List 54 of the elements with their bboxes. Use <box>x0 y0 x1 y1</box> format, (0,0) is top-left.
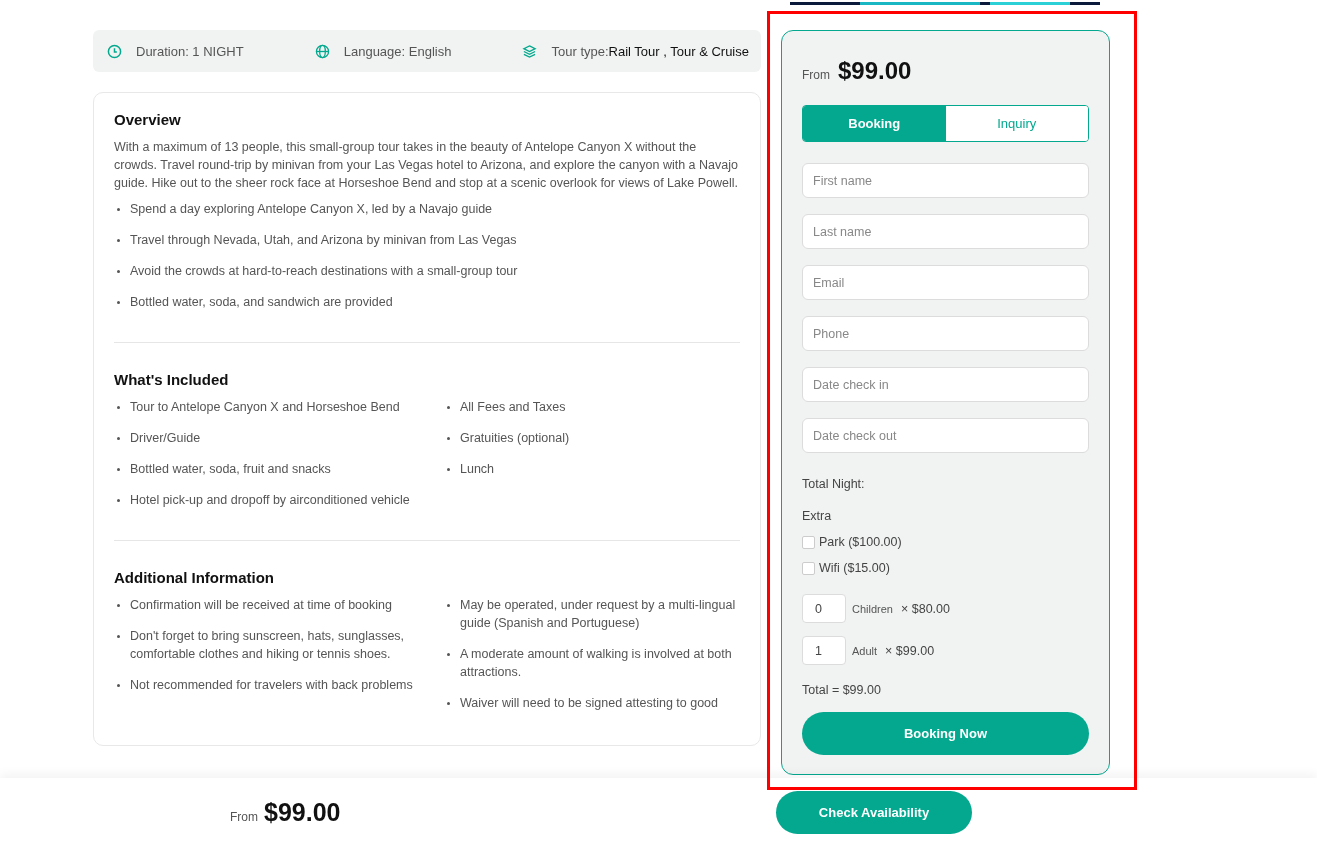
price-label: From <box>802 68 830 82</box>
list-item: A moderate amount of walking is involved at both attractions. <box>444 645 740 681</box>
extra-label: Extra <box>802 509 833 523</box>
booking-button[interactable]: Booking Now <box>802 712 1089 755</box>
list-item: Waiver will need to be signed attesting to good <box>444 694 740 712</box>
list-item: Bottled water, soda, fruit and snacks <box>114 460 444 478</box>
total-night-label: Total Night: <box>802 477 866 491</box>
input-field[interactable]: First name <box>802 163 1089 198</box>
section-title: What's Included <box>114 371 230 388</box>
guest-label: Children <box>852 602 893 615</box>
list-item: Don't forget to bring sunscreen, hats, sunglasses, comfortable clothes and hiking or tennis shoes. <box>114 627 444 663</box>
input-field[interactable]: Date check out <box>802 418 1089 453</box>
guest-label: Adult <box>852 644 878 657</box>
input-field[interactable]: Phone <box>802 316 1089 351</box>
info-text: Duration: 1 NIGHT <box>136 43 244 59</box>
globe-icon <box>314 43 330 59</box>
input-field[interactable]: Last name <box>802 214 1089 249</box>
list-item: Travel through Nevada, Utah, and Arizona by minivan from Las Vegas <box>114 231 740 249</box>
quantity-field[interactable]: 1 <box>802 636 846 665</box>
price: $99.00 <box>838 57 912 85</box>
info-text: Language: English <box>343 43 452 59</box>
list-item: Tour to Antelope Canyon X and Horseshoe Bend <box>114 398 444 416</box>
checkbox[interactable] <box>802 561 815 575</box>
info-text: Tour type:Rail Tour , Tour & Cruise <box>551 43 749 59</box>
quantity-field[interactable]: 0 <box>802 594 846 623</box>
total-text: Total = $99.00 <box>802 683 882 697</box>
tab[interactable]: Booking <box>803 106 946 141</box>
checkbox-label: Park ($100.00) <box>819 535 902 549</box>
input-field[interactable]: Email <box>802 265 1089 300</box>
list-item: Bottled water, soda, and sandwich are provided <box>114 293 740 311</box>
list-item: Driver/Guide <box>114 429 444 447</box>
input-field[interactable]: Date check in <box>802 367 1089 402</box>
clock-icon <box>107 43 122 59</box>
list-item: Spend a day exploring Antelope Canyon X, led by a Navajo guide <box>114 200 740 218</box>
guest-price: × $99.00 <box>885 643 935 658</box>
list-item: Not recommended for travelers with back problems <box>114 676 444 694</box>
checkbox-label: Wifi ($15.00) <box>819 561 890 575</box>
section-title: Additional Information <box>114 569 275 586</box>
check-availability-button[interactable]: Check Availability <box>776 790 972 834</box>
tab[interactable]: Inquiry <box>945 106 1088 141</box>
list-item: Lunch <box>444 460 740 478</box>
paragraph: With a maximum of 13 people, this small-group tour takes in the beauty of Antelope Canyon X without the crowds. Travel round-trip by minivan from your Las Vegas hotel to Arizona, and explore the canyon with a Navajo guide. Hike out to the sheer rock face at Horseshoe Bend and stop at a scenic overlook for views of Lake Powell. <box>114 139 739 192</box>
checkbox[interactable] <box>802 535 815 549</box>
list-item: Hotel pick-up and dropoff by airconditioned vehicle <box>114 491 444 509</box>
list-item: May be operated, under request by a multi-lingual guide (Spanish and Portuguese) <box>444 596 740 632</box>
price: $99.00 <box>264 797 341 827</box>
list-item: All Fees and Taxes <box>444 398 740 416</box>
list-item: Avoid the crowds at hard-to-reach destinations with a small-group tour <box>114 262 740 280</box>
section-title: Overview <box>114 111 182 128</box>
layers-icon <box>522 43 538 59</box>
list-item: Gratuities (optional) <box>444 429 740 447</box>
price-label: From <box>230 809 258 824</box>
list-item: Confirmation will be received at time of booking <box>114 596 444 614</box>
guest-price: × $80.00 <box>900 601 950 616</box>
